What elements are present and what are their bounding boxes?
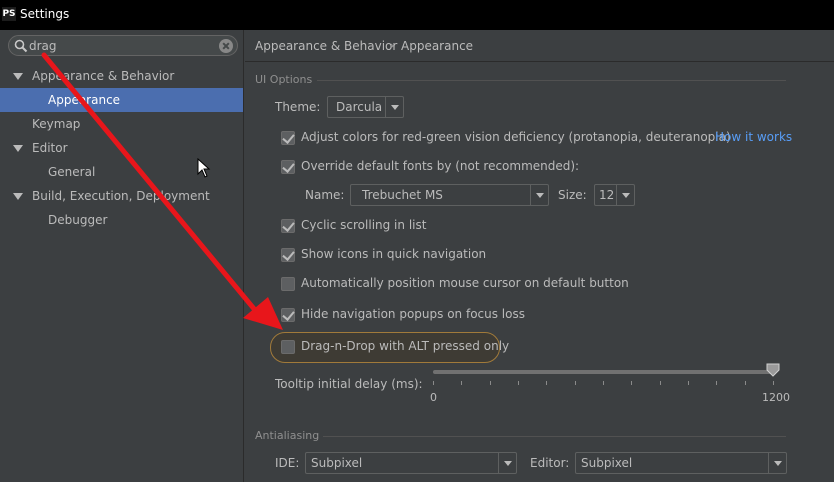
tree-item-label: General: [48, 165, 96, 179]
chevron-down-icon[interactable]: [616, 185, 634, 205]
hide-popups-label: Hide navigation popups on focus loss: [301, 307, 525, 321]
tree-item-label: Keymap: [32, 117, 81, 131]
slider-tick: [518, 381, 519, 385]
window-title: Settings: [20, 7, 70, 21]
tree-item-label: Debugger: [48, 213, 108, 227]
override-fonts-label: Override default fonts by (not recommend…: [301, 159, 580, 173]
search-box[interactable]: [8, 35, 238, 56]
slider-tick: [660, 381, 661, 385]
tree-item-appearance[interactable]: Appearance: [0, 88, 243, 112]
chevron-down-icon[interactable]: [768, 453, 786, 473]
search-input[interactable]: [29, 37, 219, 54]
cyclic-scrolling-label: Cyclic scrolling in list: [301, 218, 427, 232]
slider-tick: [688, 381, 689, 385]
tree-item-label: Appearance: [48, 93, 121, 107]
tooltip-delay-slider[interactable]: [433, 370, 773, 374]
ide-antialiasing-dropdown[interactable]: Subpixel: [305, 452, 517, 474]
editor-label: Editor:: [530, 456, 570, 470]
ui-options-group-title: UI Options: [255, 73, 313, 86]
chevron-down-icon[interactable]: [385, 97, 403, 117]
editor-antialiasing-value: Subpixel: [581, 456, 633, 470]
settings-tree-panel: Appearance & Behavior Appearance Keymap …: [0, 30, 244, 482]
chevron-down-icon[interactable]: [530, 185, 548, 205]
slider-max-label: 1200: [762, 391, 790, 404]
slider-tick: [631, 381, 632, 385]
theme-dropdown[interactable]: Darcula: [327, 96, 404, 118]
slider-tick: [745, 381, 746, 385]
theme-label: Theme:: [275, 100, 321, 114]
font-size-value: 12: [599, 188, 615, 202]
breadcrumb-parent: Appearance & Behavior: [255, 39, 398, 53]
ide-label: IDE:: [275, 456, 300, 470]
tree-item-label: Build, Execution, Deployment: [32, 189, 210, 203]
font-name-dropdown[interactable]: Trebuchet MS: [350, 184, 549, 206]
font-size-label: Size:: [558, 188, 587, 202]
editor-antialiasing-dropdown[interactable]: Subpixel: [575, 452, 787, 474]
tree-item-label: Appearance & Behavior: [32, 69, 175, 83]
font-size-dropdown[interactable]: 12: [594, 184, 635, 206]
slider-tick: [433, 381, 434, 385]
override-fonts-checkbox[interactable]: [281, 160, 295, 174]
font-name-value: Trebuchet MS: [362, 188, 443, 202]
group-divider: [323, 436, 786, 437]
tree-item-keymap[interactable]: Keymap: [0, 112, 243, 136]
clear-search-icon[interactable]: [219, 39, 233, 53]
phpstorm-app-icon: PS: [2, 7, 16, 21]
show-icons-label: Show icons in quick navigation: [301, 247, 487, 261]
slider-tick: [546, 381, 547, 385]
adjust-colors-checkbox[interactable]: [281, 131, 295, 145]
slider-thumb[interactable]: [766, 363, 780, 377]
tree-item-appearance-behavior[interactable]: Appearance & Behavior: [0, 64, 243, 88]
expanded-arrow-icon[interactable]: [13, 145, 23, 152]
how-it-works-link[interactable]: How it works: [715, 130, 792, 144]
antialiasing-group-title: Antialiasing: [255, 429, 320, 442]
drag-n-drop-checkbox[interactable]: [281, 340, 295, 354]
tree-item-build-execution-deployment[interactable]: Build, Execution, Deployment: [0, 184, 243, 208]
tree-item-editor[interactable]: Editor: [0, 136, 243, 160]
mouse-cursor-icon: [197, 158, 211, 178]
breadcrumb: Appearance & Behavior › Appearance: [245, 30, 834, 62]
chevron-down-icon[interactable]: [498, 453, 516, 473]
expanded-arrow-icon[interactable]: [13, 193, 23, 200]
search-icon: [14, 39, 28, 53]
tooltip-delay-label: Tooltip initial delay (ms):: [275, 377, 423, 391]
slider-tick: [461, 381, 462, 385]
ide-antialiasing-value: Subpixel: [311, 456, 363, 470]
breadcrumb-current: Appearance: [401, 39, 474, 53]
slider-tick: [773, 381, 774, 385]
drag-n-drop-label: Drag-n-Drop with ALT pressed only: [301, 339, 510, 353]
breadcrumb-separator: ›: [390, 39, 395, 52]
group-divider: [317, 80, 786, 81]
tree-item-debugger[interactable]: Debugger: [0, 208, 243, 232]
theme-value: Darcula: [336, 100, 383, 114]
font-name-label: Name:: [305, 188, 345, 202]
tree-item-label: Editor: [32, 141, 68, 155]
slider-tick: [490, 381, 491, 385]
show-icons-checkbox[interactable]: [281, 248, 295, 262]
slider-tick: [575, 381, 576, 385]
cyclic-scrolling-checkbox[interactable]: [281, 219, 295, 233]
slider-tick: [603, 381, 604, 385]
hide-popups-checkbox[interactable]: [281, 308, 295, 322]
adjust-colors-label: Adjust colors for red-green vision defic…: [301, 130, 731, 144]
auto-mouse-checkbox[interactable]: [281, 277, 295, 291]
slider-min-label: 0: [430, 391, 437, 404]
title-bar: PS Settings: [0, 0, 834, 30]
auto-mouse-label: Automatically position mouse cursor on d…: [301, 276, 629, 290]
expanded-arrow-icon[interactable]: [13, 73, 23, 80]
settings-content-panel: Appearance & Behavior › Appearance UI Op…: [245, 30, 834, 482]
slider-tick: [716, 381, 717, 385]
